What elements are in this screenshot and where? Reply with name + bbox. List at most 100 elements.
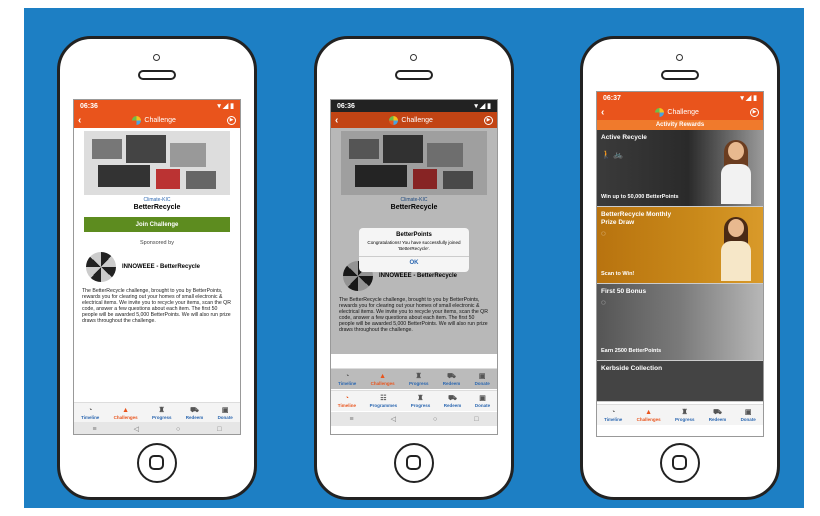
tab-challenges[interactable]: ▲ Challenges xyxy=(114,407,138,420)
tab-timeline[interactable]: ◔ Timeline xyxy=(81,407,99,420)
nav-home-icon[interactable]: ○ xyxy=(433,416,437,423)
join-challenge-button[interactable]: Join Challenge xyxy=(84,217,230,232)
tab-donate[interactable]: ▣ Donate xyxy=(741,409,756,422)
tab-progress[interactable]: ♜ Progress xyxy=(411,395,431,408)
nav-recent-icon[interactable]: □ xyxy=(217,426,221,433)
home-button[interactable] xyxy=(137,443,177,483)
tab-progress[interactable]: ♜ Progress xyxy=(675,409,695,422)
card-title: BetterRecycle Monthly Prize Draw xyxy=(601,211,672,226)
camera-dot xyxy=(410,54,417,61)
challenge-hero-image xyxy=(84,131,230,195)
home-button[interactable] xyxy=(394,443,434,483)
phone-3: 06:37 ▾ ◢ ▮ ‹ Challenge ▶ Activity Rewar… xyxy=(580,36,780,500)
phone-2: 06:36 ▾ ◢ ▮ ‹ Challenge ▶ Climate-KIC Be… xyxy=(314,36,514,500)
tab-redeem[interactable]: ⛟ Redeem xyxy=(709,409,727,422)
triangle-icon: ▲ xyxy=(645,408,653,416)
nav-back-icon[interactable]: ◁ xyxy=(391,415,396,423)
tab-programmes[interactable]: ☷ Programmes xyxy=(370,395,398,408)
sponsored-by-label: Sponsored by xyxy=(140,240,174,246)
card-title: First 50 Bonus xyxy=(601,288,647,295)
status-bar: 06:37 ▾ ◢ ▮ xyxy=(597,92,763,104)
clock-icon: ◔ xyxy=(344,394,349,402)
tab-timeline[interactable]: ◔ Timeline xyxy=(338,373,356,386)
screen-3: 06:37 ▾ ◢ ▮ ‹ Challenge ▶ Activity Rewar… xyxy=(596,91,764,437)
dialog-ok-button[interactable]: OK xyxy=(359,256,469,266)
home-button[interactable] xyxy=(660,443,700,483)
clock-icon: ◔ xyxy=(345,372,350,380)
person-photo xyxy=(719,140,753,204)
circle-icon: ◌ xyxy=(601,298,606,307)
trophy-icon: ♜ xyxy=(417,394,424,402)
activity-rewards-header: Activity Rewards xyxy=(597,120,763,130)
sponsor-name: INNOWEEE - BetterRecycle xyxy=(122,264,201,270)
header-title: Challenge xyxy=(144,116,176,124)
back-arrow-icon[interactable]: ‹ xyxy=(78,115,81,126)
organisation-name[interactable]: Climate-KIC xyxy=(74,197,240,203)
speaker-grille xyxy=(395,70,433,80)
tab-progress[interactable]: ♜ Progress xyxy=(409,373,429,386)
success-dialog: BetterPoints Congratulations! You have s… xyxy=(359,228,469,272)
triangle-icon: ▲ xyxy=(122,406,130,414)
header-title: Challenge xyxy=(667,108,699,116)
reward-card[interactable]: Active Recycle 🚶 🚲 Win up to 50,000 Bett… xyxy=(597,130,763,207)
dialog-title: BetterPoints xyxy=(396,232,432,238)
tab-redeem[interactable]: ⛟ Redeem xyxy=(186,407,204,420)
android-nav-bar: ≡ ◁ ○ □ xyxy=(331,412,497,426)
bottom-tab-bar-dimmed: ◔ Timeline ▲ Challenges ♜ Progress ⛟ Redeem … xyxy=(331,368,497,389)
bottom-tab-bar: ◔ Timeline ▲ Challenges ♜ Progress ⛟ Redeem … xyxy=(74,402,240,423)
gift-icon: ▣ xyxy=(478,372,486,380)
people-icon: ☷ xyxy=(380,394,387,402)
nav-recent-icon[interactable]: □ xyxy=(474,416,478,423)
nav-home-icon[interactable]: ○ xyxy=(176,426,180,433)
android-nav-bar: ≡ ◁ ○ □ xyxy=(74,422,240,434)
person-photo xyxy=(719,217,753,281)
play-icon[interactable]: ▶ xyxy=(750,107,759,117)
cart-icon: ⛟ xyxy=(190,406,199,414)
app-title: Challenge xyxy=(655,107,699,117)
screen-1: 06:36 ▾ ◢ ▮ ‹ Challenge ▶ Climate-KIC Be… xyxy=(73,99,241,435)
status-bar: 06:36 ▾ ◢ ▮ xyxy=(74,100,240,112)
tab-timeline[interactable]: ◔ Timeline xyxy=(338,395,356,408)
circle-icon: ◌ xyxy=(601,229,606,238)
reward-card[interactable]: First 50 Bonus ◌ Earn 2500 BetterPoints xyxy=(597,284,763,361)
nav-menu-icon[interactable]: ≡ xyxy=(93,426,97,433)
gift-icon: ▣ xyxy=(479,394,486,402)
card-title: Active Recycle xyxy=(601,134,647,141)
reward-card-partial[interactable]: Kerbside Collection xyxy=(597,361,763,402)
tab-donate[interactable]: ▣ Donate xyxy=(475,373,490,386)
betterpoints-logo-icon xyxy=(389,115,399,125)
clock-icon: ◔ xyxy=(611,408,616,416)
sponsor-row[interactable]: INNOWEEE - BetterRecycle xyxy=(86,252,228,282)
card-footer: Scan to Win! xyxy=(601,270,635,277)
app-bar: ‹ Challenge ▶ xyxy=(597,104,763,120)
back-arrow-icon[interactable]: ‹ xyxy=(601,107,604,118)
dialog-message: Congratulations! You have successfully j… xyxy=(367,240,461,251)
bottom-tab-bar: ◔ Timeline ▲ Challenges ♜ Progress ⛟ Redeem … xyxy=(597,404,763,425)
betterpoints-logo-icon xyxy=(655,107,665,117)
speaker-grille xyxy=(661,70,699,80)
tab-progress[interactable]: ♜ Progress xyxy=(152,407,172,420)
tab-redeem[interactable]: ⛟ Redeem xyxy=(443,373,461,386)
challenge-description: The BetterRecycle challenge, brought to … xyxy=(82,288,231,324)
play-icon[interactable]: ▶ xyxy=(484,115,493,125)
tab-donate[interactable]: ▣ Donate xyxy=(218,407,233,420)
tab-donate[interactable]: ▣ Donate xyxy=(475,395,490,408)
status-icons: ▾ ◢ ▮ xyxy=(740,95,757,102)
card-title: Kerbside Collection xyxy=(601,365,663,372)
tab-timeline[interactable]: ◔ Timeline xyxy=(604,409,622,422)
reward-card[interactable]: BetterRecycle Monthly Prize Draw ◌ Scan … xyxy=(597,207,763,284)
nav-menu-icon[interactable]: ≡ xyxy=(350,416,354,423)
status-bar: 06:36 ▾ ◢ ▮ xyxy=(331,100,497,112)
tab-challenges[interactable]: ▲ Challenges xyxy=(637,409,661,422)
back-arrow-icon[interactable]: ‹ xyxy=(335,115,338,126)
tab-challenges[interactable]: ▲ Challenges xyxy=(371,373,395,386)
cart-icon: ⛟ xyxy=(713,408,722,416)
tab-redeem[interactable]: ⛟ Redeem xyxy=(444,395,462,408)
app-title: Challenge xyxy=(389,115,433,125)
trophy-icon: ♜ xyxy=(415,372,422,380)
header-title: Challenge xyxy=(401,116,433,124)
sponsor-logo xyxy=(86,252,116,282)
nav-back-icon[interactable]: ◁ xyxy=(134,425,139,433)
play-icon[interactable]: ▶ xyxy=(227,115,236,125)
status-time: 06:37 xyxy=(603,94,621,102)
